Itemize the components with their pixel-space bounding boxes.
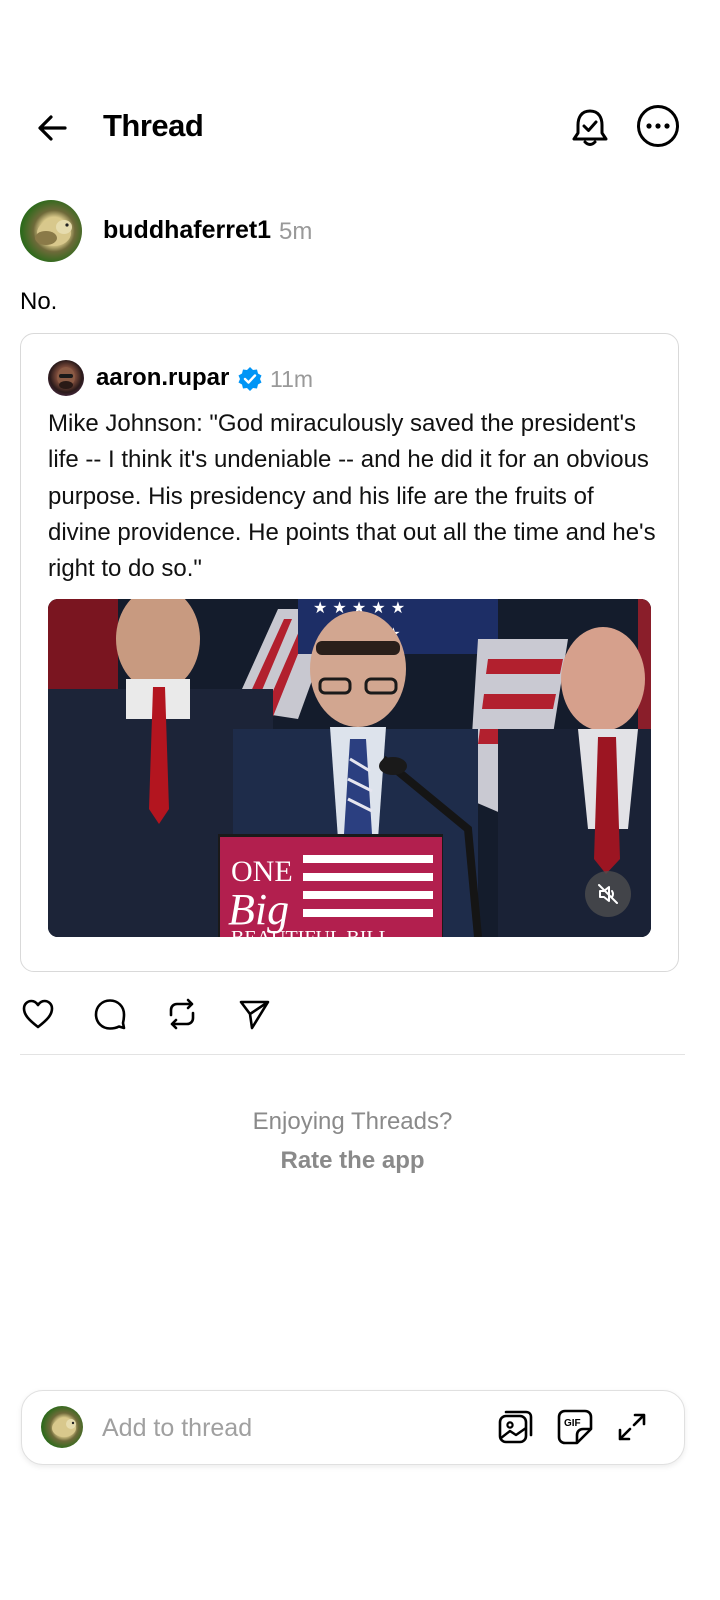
divider — [20, 1054, 685, 1055]
ferret-avatar-image — [52, 1419, 76, 1437]
repost-icon — [169, 998, 195, 1030]
volume-mute-icon — [598, 884, 618, 904]
expand-composer-button[interactable] — [610, 1405, 654, 1449]
composer-avatar — [41, 1406, 83, 1448]
podium-word-bill: BEAUTIFUL BILL — [231, 927, 391, 937]
quoted-author[interactable]: aaron.rupar — [96, 364, 229, 392]
attach-gif-button[interactable]: GIF — [553, 1405, 597, 1449]
quoted-post[interactable]: aaron.rupar 11m Mike Johnson: "God mirac… — [20, 333, 679, 972]
attach-image-button[interactable] — [494, 1405, 538, 1449]
expand-icon — [618, 1413, 646, 1441]
quoted-timestamp: 11m — [270, 366, 314, 392]
send-icon — [239, 1000, 270, 1030]
bell-check-icon — [572, 109, 608, 146]
gif-icon: GIF — [557, 1409, 593, 1445]
post-timestamp: 5m — [279, 218, 313, 245]
podium-word-one: ONE — [231, 855, 293, 888]
add-to-thread-input[interactable] — [102, 1409, 482, 1447]
notify-button[interactable] — [566, 104, 614, 152]
avatar[interactable] — [20, 200, 82, 262]
image-icon — [498, 1410, 533, 1444]
more-horizontal-icon — [637, 105, 679, 147]
heart-icon — [22, 999, 54, 1029]
page-title: Thread — [103, 108, 204, 143]
post-author[interactable]: buddhaferret1 — [103, 216, 271, 245]
repost-button[interactable] — [162, 994, 202, 1034]
action-bar — [18, 994, 318, 1034]
video-player[interactable]: ★ ★ ★ ★ ★ ★ ★ ★ ★ — [48, 599, 651, 937]
quoted-author-avatar[interactable] — [48, 360, 84, 396]
svg-text:GIF: GIF — [564, 1418, 581, 1429]
share-button[interactable] — [234, 994, 274, 1034]
reply-button[interactable] — [90, 994, 130, 1034]
comment-icon — [94, 999, 126, 1030]
like-button[interactable] — [18, 994, 58, 1034]
verified-badge-icon — [238, 367, 262, 391]
back-button[interactable] — [28, 104, 76, 152]
header: Thread — [0, 96, 720, 160]
person-avatar-image — [57, 367, 75, 389]
rate-app-link[interactable]: Rate the app — [0, 1147, 705, 1175]
ferret-avatar-image — [35, 220, 72, 246]
more-options-button[interactable] — [634, 102, 682, 150]
post-text: No. — [20, 288, 58, 315]
video-frame-image: ★ ★ ★ ★ ★ ★ ★ ★ ★ — [48, 599, 651, 937]
reply-composer: GIF — [21, 1390, 685, 1465]
mute-button[interactable] — [585, 871, 631, 917]
arrow-left-icon — [38, 115, 67, 141]
quoted-text: Mike Johnson: "God miraculously saved th… — [48, 410, 656, 583]
enjoying-threads-text: Enjoying Threads? — [252, 1108, 453, 1135]
